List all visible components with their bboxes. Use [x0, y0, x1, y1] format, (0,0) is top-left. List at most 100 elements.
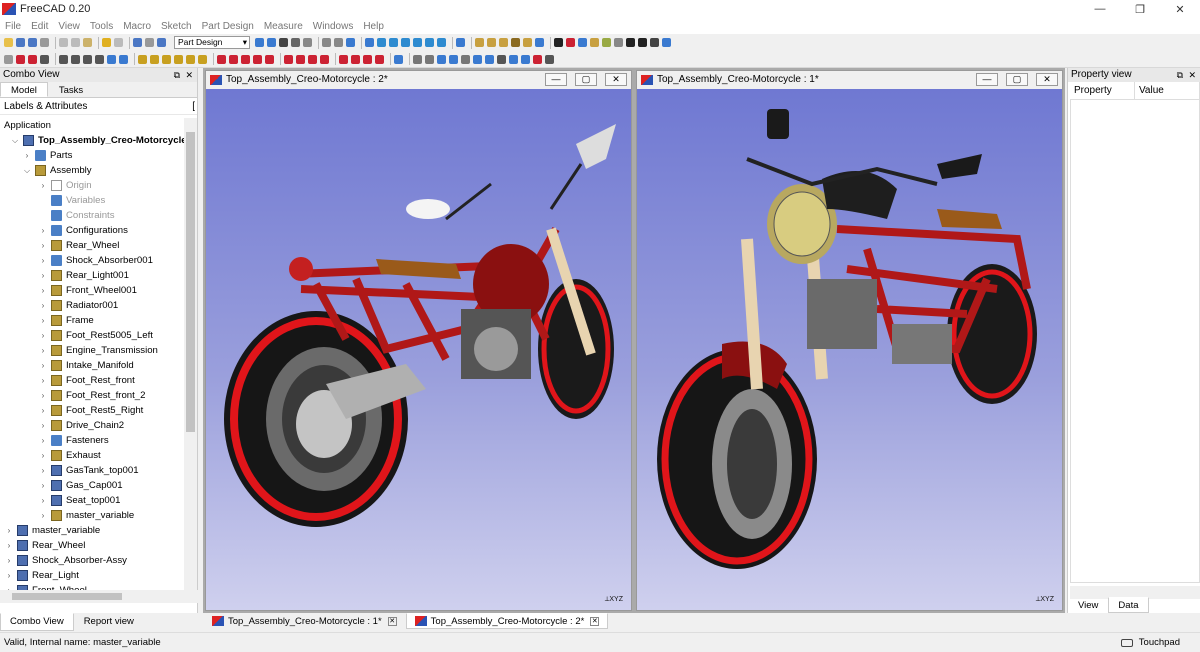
collapse-arrow-icon[interactable]: › — [38, 388, 48, 403]
measure-angle-icon[interactable] — [545, 54, 554, 64]
collapse-arrow-icon[interactable]: › — [4, 568, 14, 583]
tree-item[interactable]: Application — [0, 118, 184, 133]
asm-table-icon[interactable] — [650, 38, 659, 47]
menu-part-design[interactable]: Part Design — [202, 21, 254, 32]
tree-item[interactable]: › Fasteners — [0, 433, 184, 448]
measure-3d-icon[interactable] — [473, 54, 482, 64]
close-view-button[interactable]: ✕ — [605, 73, 627, 86]
whats-this-icon[interactable] — [157, 38, 166, 47]
back-icon[interactable] — [322, 38, 331, 47]
menu-macro[interactable]: Macro — [123, 21, 151, 32]
menu-sketch[interactable]: Sketch — [161, 21, 192, 32]
asm-constraint-icon[interactable] — [602, 38, 611, 47]
measure-all-icon[interactable] — [497, 54, 506, 64]
doc-tab-2[interactable]: Top_Assembly_Creo-Motorcycle : 2* ✕ — [405, 613, 609, 629]
sketch-icon[interactable] — [4, 54, 13, 64]
view-window-2[interactable]: Top_Assembly_Creo-Motorcycle : 2* — ▢ ✕ — [205, 70, 632, 611]
tree-item[interactable]: › Front_Wheel001 — [0, 283, 184, 298]
menu-file[interactable]: File — [5, 21, 21, 32]
fillet-icon[interactable] — [284, 54, 293, 64]
undo-icon[interactable] — [102, 38, 111, 47]
tree-item[interactable]: › Front_Wheel — [0, 583, 184, 590]
save-icon[interactable] — [28, 38, 37, 47]
tree-item[interactable]: › Intake_Manifold — [0, 358, 184, 373]
close-tab-icon[interactable]: ✕ — [590, 616, 600, 626]
collapse-arrow-icon[interactable]: › — [38, 238, 48, 253]
tree-item[interactable]: › Foot_Rest_front — [0, 373, 184, 388]
tree-item[interactable]: › Shock_Absorber001 — [0, 253, 184, 268]
tree-item[interactable]: › Gas_Cap001 — [0, 478, 184, 493]
tree-item[interactable]: › Exhaust — [0, 448, 184, 463]
sketch-view-icon[interactable] — [40, 54, 49, 64]
asm-search-icon[interactable] — [662, 38, 671, 47]
asm-import-icon[interactable] — [590, 38, 599, 47]
collapse-arrow-icon[interactable]: › — [38, 223, 48, 238]
rear-view-icon[interactable] — [413, 38, 422, 47]
additive-primitive-icon[interactable] — [198, 54, 207, 64]
3d-viewport[interactable]: ⟂XYZ — [637, 89, 1062, 610]
chamfer-icon[interactable] — [296, 54, 305, 64]
boolean-icon[interactable] — [394, 54, 403, 64]
front-view-icon[interactable] — [377, 38, 386, 47]
close-panel-icon[interactable]: ✕ — [185, 68, 193, 82]
groove-icon[interactable] — [241, 54, 250, 64]
tree-item[interactable]: › Foot_Rest_front_2 — [0, 388, 184, 403]
maximize-view-button[interactable]: ▢ — [575, 73, 597, 86]
line-icon[interactable] — [71, 54, 80, 64]
column-property[interactable]: Property — [1070, 82, 1135, 99]
collapse-arrow-icon[interactable]: › — [4, 553, 14, 568]
link-icon[interactable] — [499, 38, 508, 47]
close-view-button[interactable]: ✕ — [1036, 73, 1058, 86]
additive-pipe-icon[interactable] — [174, 54, 183, 64]
tree-item[interactable]: Constraints — [0, 208, 184, 223]
measure-remove-icon[interactable] — [533, 54, 542, 64]
measure-toggle-icon[interactable] — [461, 54, 470, 64]
collapse-arrow-icon[interactable]: › — [38, 283, 48, 298]
collapse-arrow-icon[interactable]: › — [38, 313, 48, 328]
tree-horizontal-scrollbar[interactable] — [0, 590, 198, 603]
collapse-arrow-icon[interactable]: › — [38, 253, 48, 268]
menu-measure[interactable]: Measure — [264, 21, 303, 32]
measure-hide-icon[interactable] — [509, 54, 518, 64]
measure-distance-icon[interactable] — [456, 38, 465, 47]
tree-item[interactable]: › Foot_Rest5_Right — [0, 403, 184, 418]
shape-binder-icon[interactable] — [107, 54, 116, 64]
asm-move-icon[interactable] — [614, 38, 623, 47]
tree-vertical-scrollbar[interactable] — [184, 118, 197, 590]
collapse-arrow-icon[interactable]: › — [38, 358, 48, 373]
left-view-icon[interactable] — [437, 38, 446, 47]
menu-help[interactable]: Help — [363, 21, 384, 32]
collapse-arrow-icon[interactable]: › — [4, 583, 14, 590]
group-icon[interactable] — [487, 38, 496, 47]
bottom-view-icon[interactable] — [425, 38, 434, 47]
mirrored-icon[interactable] — [339, 54, 348, 64]
draw-style-icon[interactable] — [279, 38, 288, 47]
float-panel-icon[interactable]: ⧉ — [174, 68, 180, 82]
multi-transform-icon[interactable] — [375, 54, 384, 64]
point-icon[interactable] — [59, 54, 68, 64]
top-view-icon[interactable] — [389, 38, 398, 47]
new-file-icon[interactable] — [4, 38, 13, 47]
tree-item[interactable]: › Rear_Light — [0, 568, 184, 583]
tree-item[interactable]: › Seat_top001 — [0, 493, 184, 508]
expand-arrow-icon[interactable]: ⌵ — [22, 163, 32, 178]
workbench-selector[interactable]: Part Design — [174, 36, 250, 49]
subtractive-loft-icon[interactable] — [253, 54, 262, 64]
fit-all-icon[interactable] — [255, 38, 264, 47]
subtractive-pipe-icon[interactable] — [265, 54, 274, 64]
tree-item[interactable]: Variables — [0, 193, 184, 208]
tree-item[interactable]: ⌵ Assembly — [0, 163, 184, 178]
asm-solve-icon[interactable] — [566, 38, 575, 47]
open-file-icon[interactable] — [16, 38, 25, 47]
close-panel-icon[interactable]: ✕ — [1188, 68, 1196, 82]
collapse-arrow-icon[interactable]: › — [4, 538, 14, 553]
revolution-icon[interactable] — [150, 54, 159, 64]
print-icon[interactable] — [40, 38, 49, 47]
tree-item[interactable]: › Drive_Chain2 — [0, 418, 184, 433]
thickness-icon[interactable] — [320, 54, 329, 64]
isometric-view-icon[interactable] — [365, 38, 374, 47]
collapse-arrow-icon[interactable]: › — [38, 433, 48, 448]
close-tab-icon[interactable]: ✕ — [387, 616, 397, 626]
pad-icon[interactable] — [138, 54, 147, 64]
pocket-icon[interactable] — [217, 54, 226, 64]
